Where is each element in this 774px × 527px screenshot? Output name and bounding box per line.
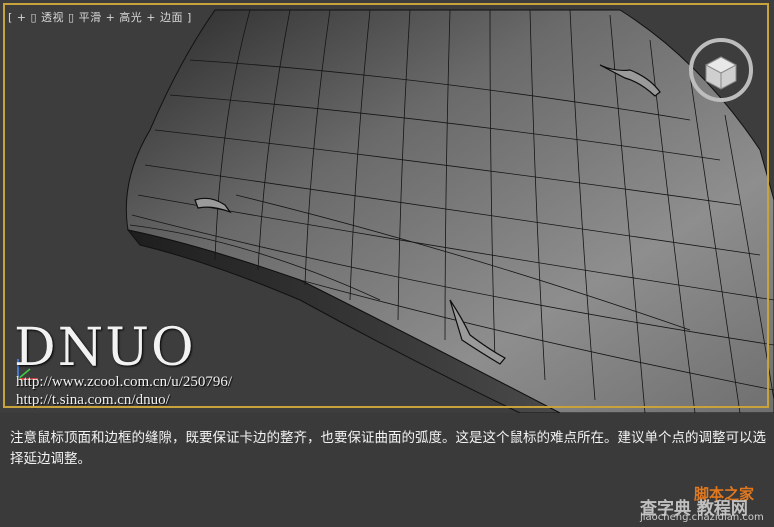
viewcube-icon[interactable] <box>688 37 754 103</box>
3d-viewport[interactable]: [ + ▯ 透视 ▯ 平滑 + 高光 + 边面 ] DNUO http://ww… <box>0 0 774 413</box>
site-watermark-url: jiaocheng.chazidian.com <box>640 512 764 523</box>
sina-url: http://t.sina.com.cn/dnuo/ <box>16 392 170 408</box>
dnuo-logo: DNUO <box>14 318 196 378</box>
viewport-label[interactable]: [ + ▯ 透视 ▯ 平滑 + 高光 + 边面 ] <box>8 9 192 25</box>
zcool-url: http://www.zcool.com.cn/u/250796/ <box>16 374 233 390</box>
tutorial-caption: 注意鼠标顶面和边框的缝隙，既要保证卡边的整齐，也要保证曲面的弧度。这是这个鼠标的… <box>10 430 766 467</box>
